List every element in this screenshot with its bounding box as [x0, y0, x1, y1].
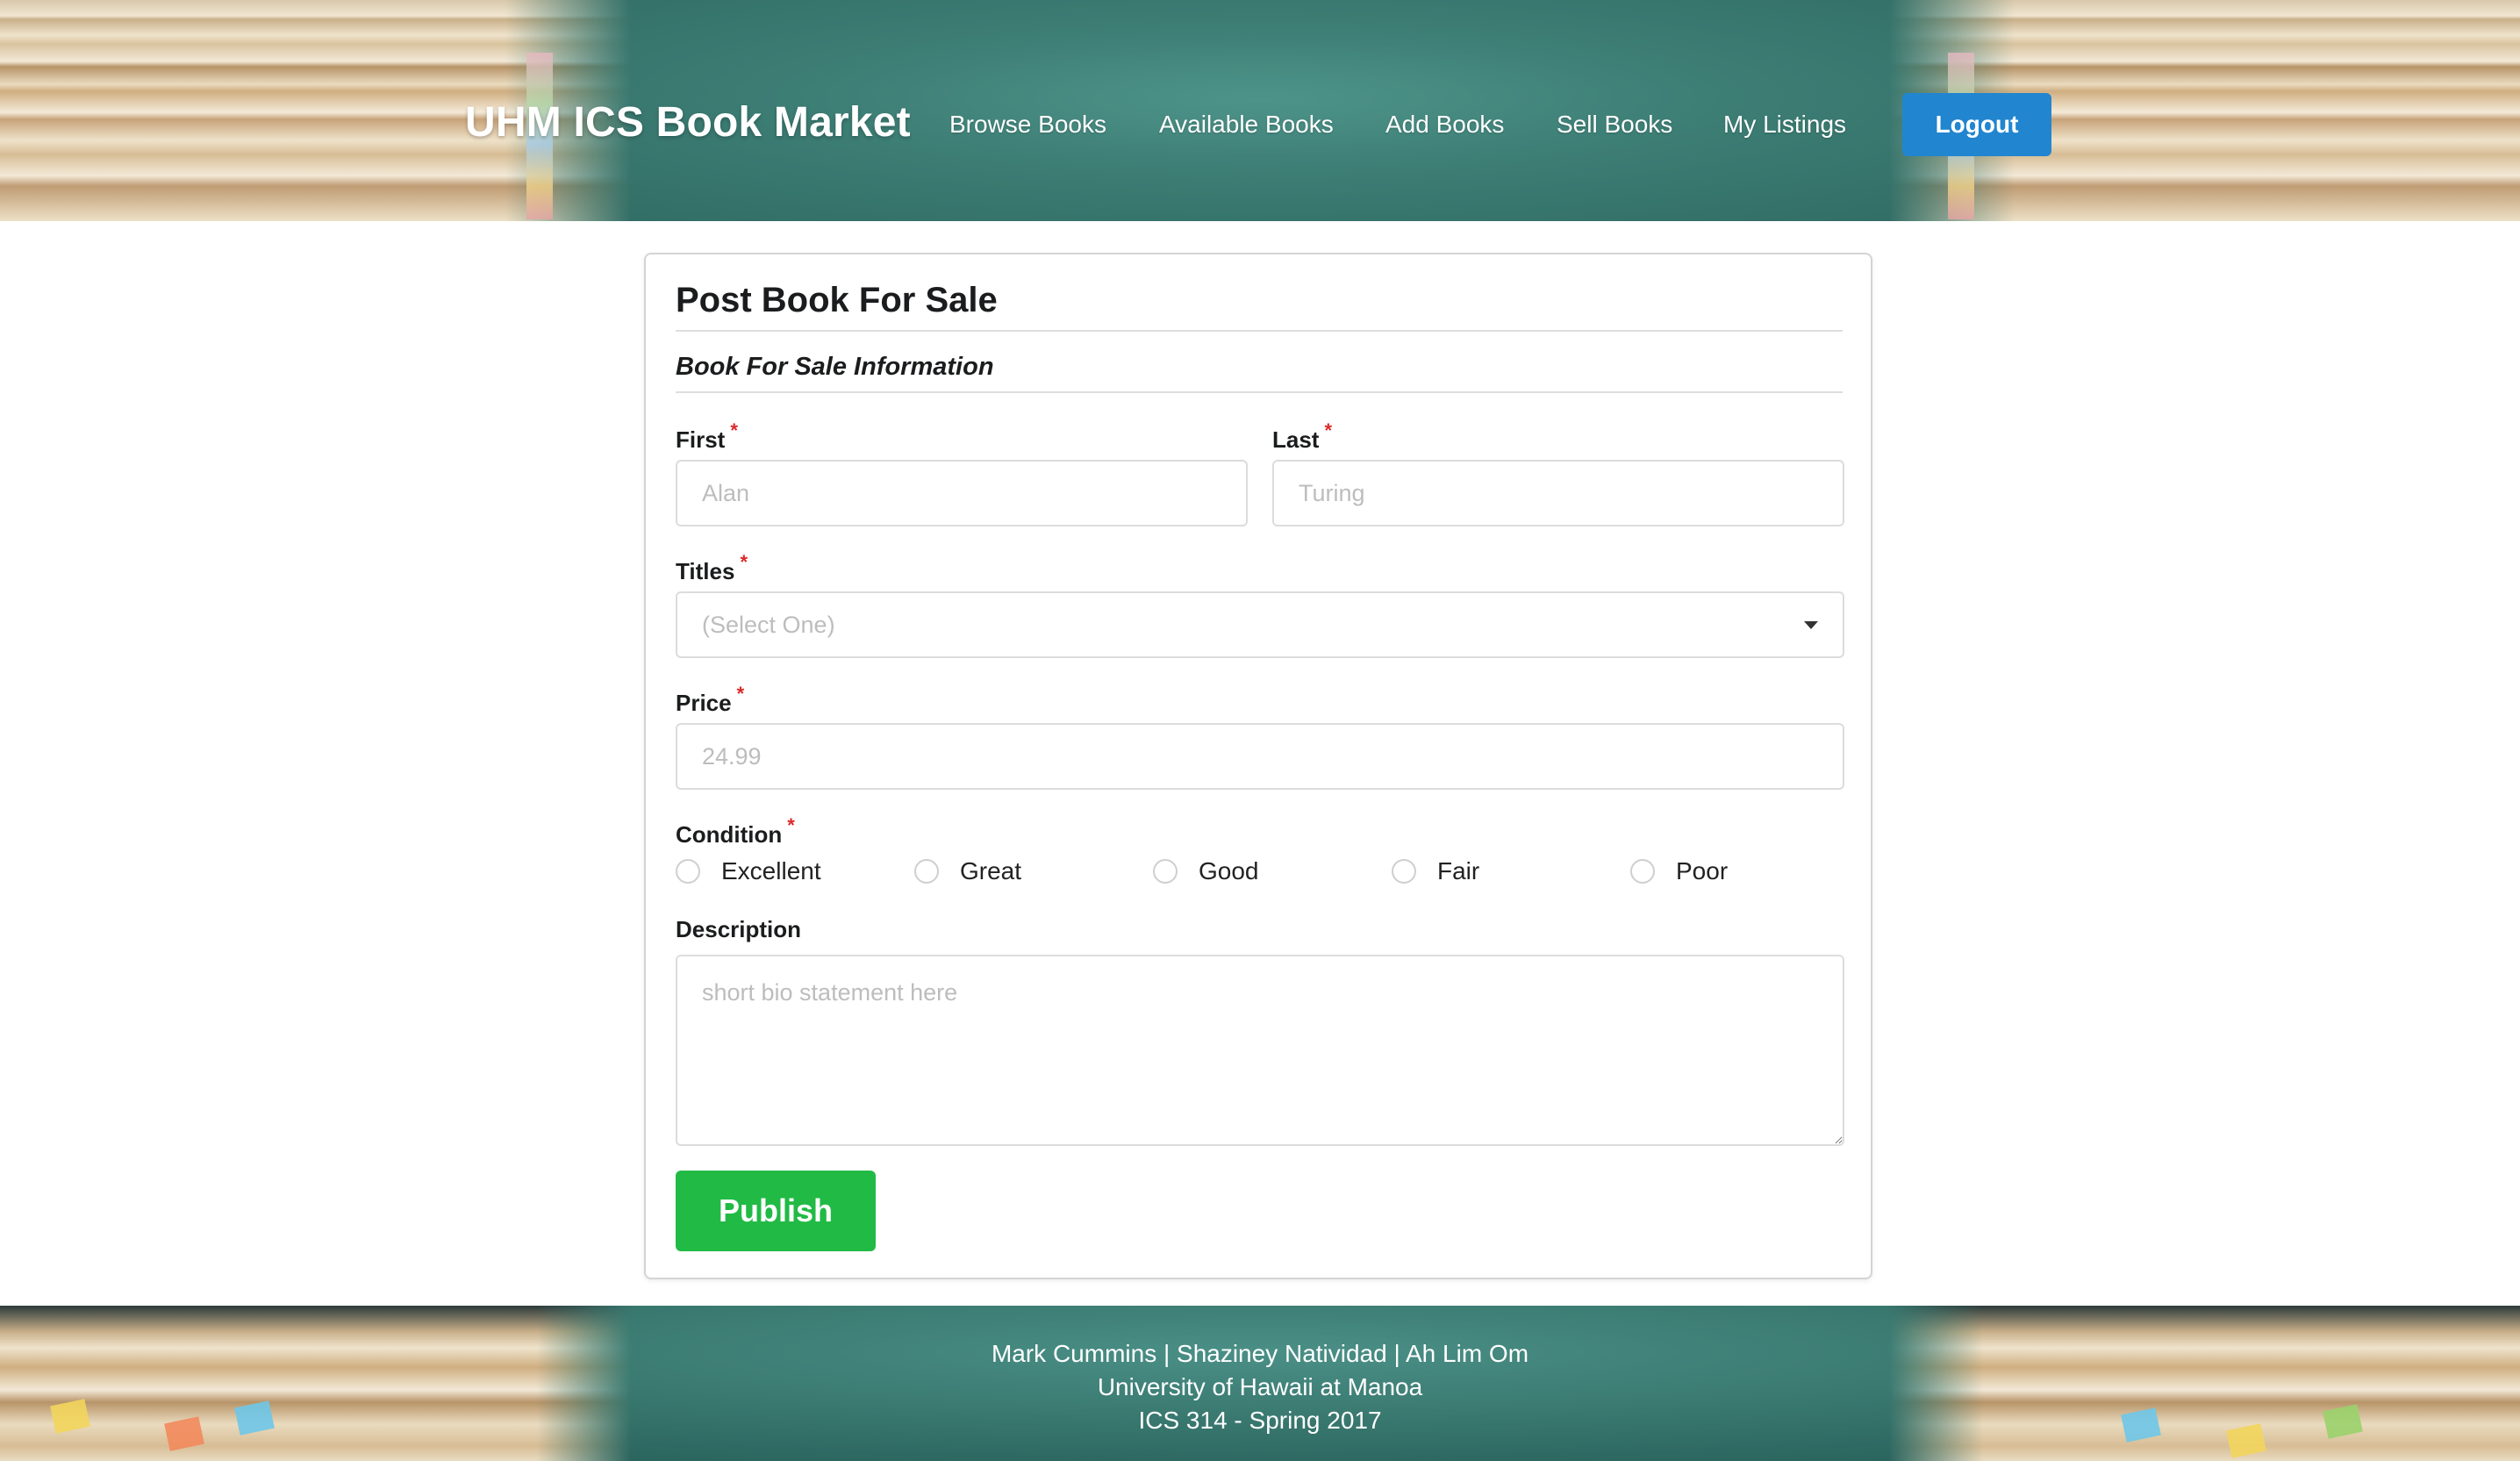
radio-circle-icon[interactable]: [676, 859, 700, 884]
site-header: UHM ICS Book Market Browse Books Availab…: [0, 0, 2520, 221]
description-label: Description: [676, 916, 802, 942]
titles-label-text: Titles: [676, 558, 735, 584]
section-divider: [676, 391, 1843, 393]
titles-select-value: (Select One): [702, 611, 835, 638]
titles-select[interactable]: (Select One): [676, 591, 1844, 658]
first-name-label-text: First: [676, 426, 726, 453]
publish-button[interactable]: Publish: [676, 1171, 876, 1251]
condition-radio-fair[interactable]: Fair: [1392, 856, 1479, 886]
footer-school: University of Hawaii at Manoa: [1097, 1373, 1423, 1400]
title-divider: [676, 330, 1843, 332]
condition-radio-good[interactable]: Good: [1153, 856, 1259, 886]
nav-available-books[interactable]: Available Books: [1159, 111, 1334, 139]
radio-label: Poor: [1676, 857, 1729, 884]
radio-circle-icon[interactable]: [1392, 859, 1416, 884]
condition-radio-great[interactable]: Great: [914, 856, 1021, 886]
description-textarea[interactable]: [676, 955, 1844, 1146]
required-asterisk: *: [736, 683, 745, 705]
radio-circle-icon[interactable]: [914, 859, 939, 884]
condition-radio-poor[interactable]: Poor: [1630, 856, 1728, 886]
footer-authors: Mark Cummins | Shaziney Natividad | Ah L…: [991, 1340, 1529, 1367]
brand-logo-link[interactable]: UHM ICS Book Market: [465, 98, 911, 147]
form-title: Post Book For Sale: [676, 281, 998, 319]
section-title: Book For Sale Information: [676, 353, 994, 381]
last-name-label-text: Last: [1272, 426, 1320, 453]
condition-radio-excellent[interactable]: Excellent: [676, 856, 821, 886]
site-footer: Mark Cummins | Shaziney Natividad | Ah L…: [0, 1306, 2520, 1461]
last-name-label: Last *: [1272, 419, 1332, 454]
radio-circle-icon[interactable]: [1630, 859, 1655, 884]
price-label: Price *: [676, 683, 744, 717]
dropdown-caret-icon: [1804, 621, 1818, 629]
first-name-label: First *: [676, 419, 738, 454]
required-asterisk: *: [730, 419, 738, 441]
post-book-form-card: Post Book For Sale Book For Sale Informa…: [644, 253, 1872, 1279]
condition-label: Condition *: [676, 814, 795, 849]
radio-label: Excellent: [721, 857, 821, 884]
radio-label: Great: [960, 857, 1022, 884]
first-name-input[interactable]: [676, 460, 1248, 526]
last-name-input[interactable]: [1272, 460, 1844, 526]
logout-button[interactable]: Logout: [1902, 93, 2051, 156]
titles-label: Titles *: [676, 551, 748, 585]
nav-browse-books[interactable]: Browse Books: [949, 111, 1106, 139]
radio-label: Fair: [1437, 857, 1480, 884]
required-asterisk: *: [1324, 419, 1333, 441]
nav-add-books[interactable]: Add Books: [1385, 111, 1504, 139]
price-label-text: Price: [676, 690, 732, 716]
nav-sell-books[interactable]: Sell Books: [1557, 111, 1672, 139]
nav-my-listings[interactable]: My Listings: [1723, 111, 1846, 139]
required-asterisk: *: [787, 814, 795, 836]
condition-label-text: Condition: [676, 821, 783, 848]
radio-circle-icon[interactable]: [1153, 859, 1178, 884]
radio-label: Good: [1199, 857, 1259, 884]
price-input[interactable]: [676, 723, 1844, 790]
required-asterisk: *: [740, 551, 748, 573]
footer-course: ICS 314 - Spring 2017: [1138, 1407, 1382, 1434]
